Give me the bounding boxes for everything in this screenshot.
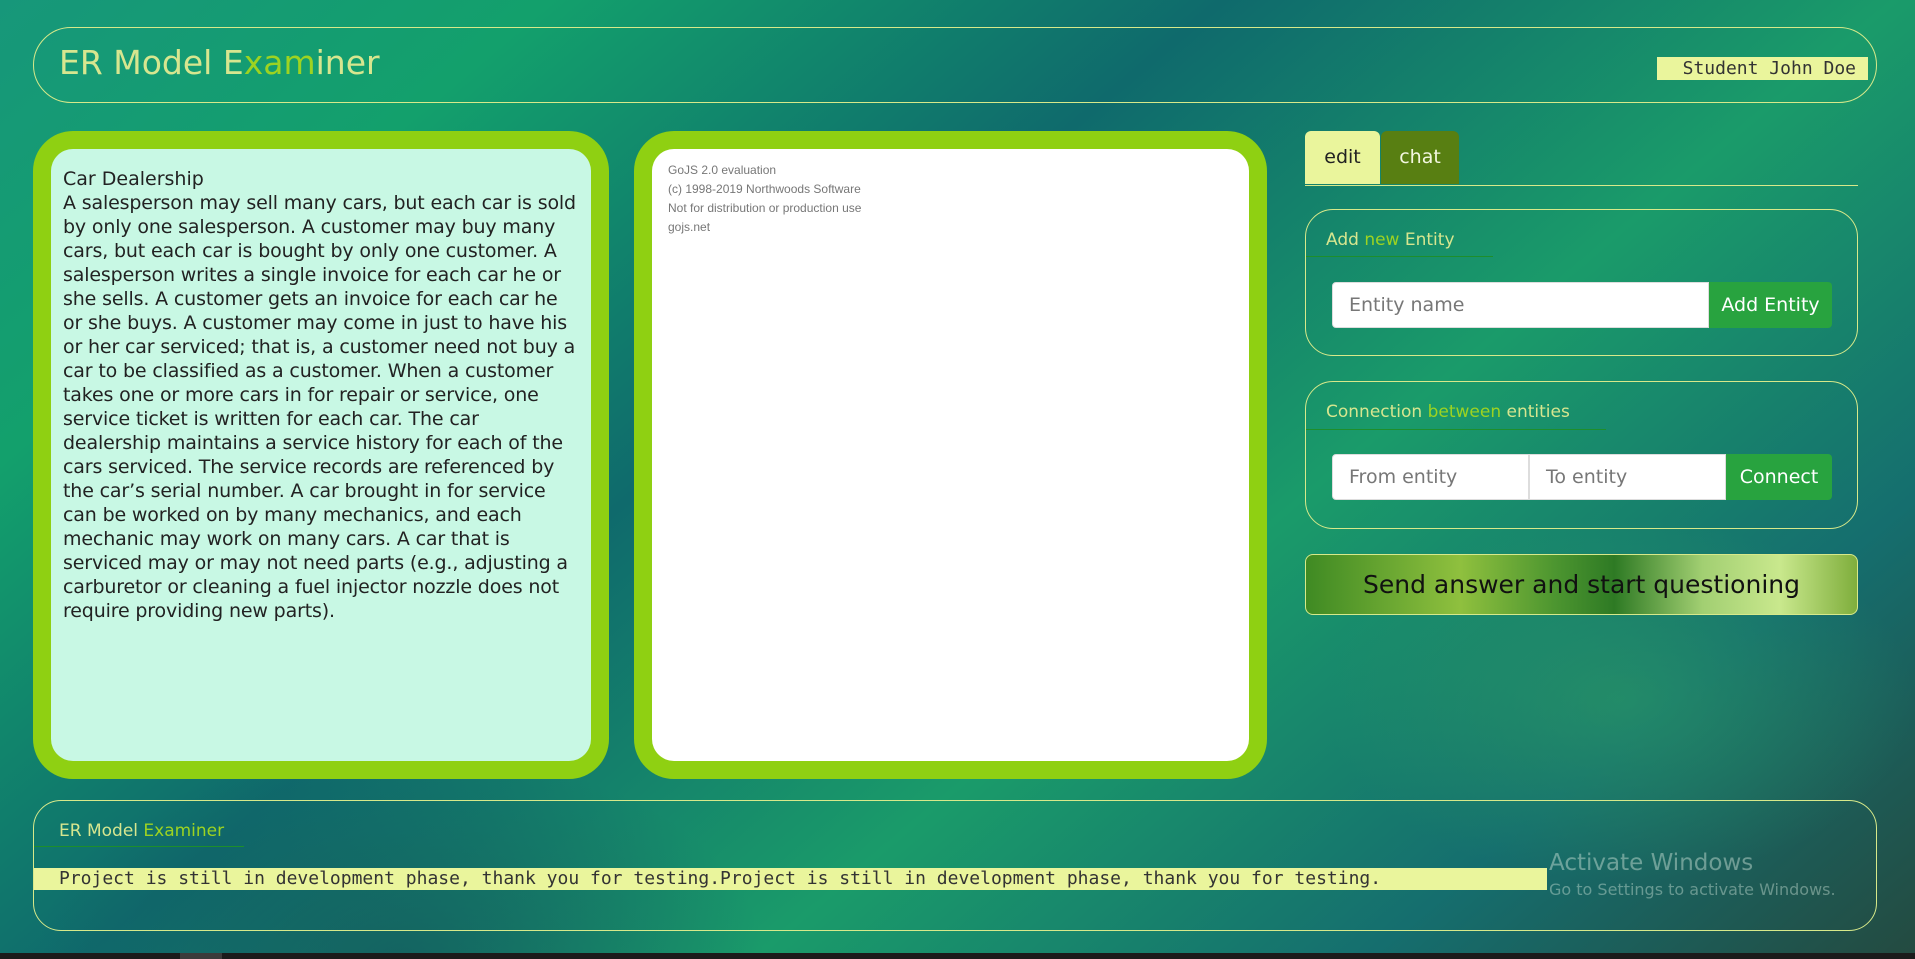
app-title: ER Model Examiner: [59, 43, 380, 82]
app-title-part-3: iner: [315, 43, 380, 82]
app-title-part-1: ER Model E: [59, 43, 244, 82]
task-content: Car Dealership A salesperson may sell ma…: [51, 149, 591, 761]
connection-legend-part-1: Connection: [1326, 402, 1428, 422]
connect-button[interactable]: Connect: [1726, 454, 1832, 500]
task-title: Car Dealership: [63, 168, 204, 190]
from-entity-input[interactable]: From entity: [1332, 454, 1529, 500]
status-marquee: Project is still in development phase, t…: [34, 868, 1547, 890]
windows-activation-watermark: Activate Windows Go to Settings to activ…: [1549, 850, 1869, 899]
gojs-watermark-line-3: Not for distribution or production use: [668, 201, 862, 215]
footer-underline: [34, 846, 244, 847]
task-description: A salesperson may sell many cars, but ea…: [63, 192, 576, 622]
diagram-canvas[interactable]: GoJS 2.0 evaluation (c) 1998-2019 Northw…: [652, 149, 1249, 761]
send-answer-button[interactable]: Send answer and start questioning: [1305, 554, 1858, 615]
tab-chat[interactable]: chat: [1381, 131, 1459, 184]
connection-form: Connection between entities From entity …: [1305, 381, 1858, 529]
add-entity-form: Add new Entity Entity name Add Entity: [1305, 209, 1858, 356]
tab-edit[interactable]: edit: [1305, 131, 1380, 184]
connection-legend-part-2: between: [1427, 402, 1502, 422]
app-title-part-2: xam: [243, 43, 316, 82]
taskbar-edge: [0, 953, 1915, 959]
to-entity-input[interactable]: To entity: [1529, 454, 1726, 500]
footer-title: ER Model Examiner: [59, 821, 224, 841]
add-entity-button[interactable]: Add Entity: [1709, 282, 1832, 328]
mode-tabs: edit chat: [1305, 131, 1858, 186]
task-panel: Car Dealership A salesperson may sell ma…: [33, 131, 609, 779]
app-header: ER Model Examiner Student John Doe: [33, 27, 1877, 103]
user-name-badge: Student John Doe: [1656, 57, 1868, 80]
legend-underline: [1306, 256, 1493, 257]
windows-activation-title: Activate Windows: [1549, 850, 1754, 876]
add-entity-legend: Add new Entity: [1326, 230, 1455, 250]
gojs-watermark-line-4: gojs.net: [668, 220, 711, 234]
add-entity-legend-part-2: new: [1364, 230, 1400, 250]
diagram-panel: GoJS 2.0 evaluation (c) 1998-2019 Northw…: [634, 131, 1267, 779]
windows-activation-subtitle: Go to Settings to activate Windows.: [1549, 880, 1836, 899]
add-entity-legend-part-3: Entity: [1399, 230, 1455, 250]
gojs-watermark-line-1: GoJS 2.0 evaluation: [668, 163, 777, 177]
connection-legend-part-3: entities: [1501, 402, 1570, 422]
connection-legend: Connection between entities: [1326, 402, 1570, 422]
footer-title-part-2: Examiner: [143, 821, 225, 841]
taskbar-item: [180, 953, 222, 959]
gojs-watermark-line-2: (c) 1998-2019 Northwoods Software: [668, 182, 861, 196]
footer-title-part-1: ER Model: [59, 821, 144, 841]
add-entity-legend-part-1: Add: [1326, 230, 1365, 250]
entity-name-input[interactable]: Entity name: [1332, 282, 1709, 328]
legend-underline: [1306, 429, 1606, 430]
